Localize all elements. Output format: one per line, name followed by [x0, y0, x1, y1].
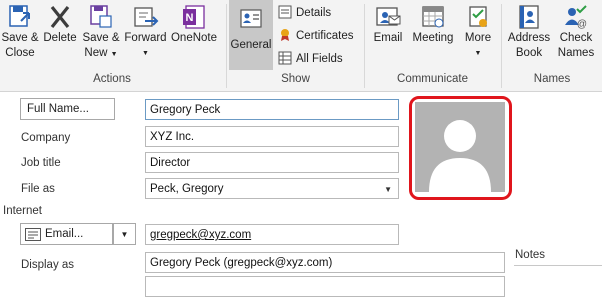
address-book-icon — [519, 5, 539, 29]
all-fields-button[interactable]: All Fields — [278, 51, 358, 67]
names-group-label: Names — [533, 73, 571, 85]
full-name-button[interactable]: Full Name... — [20, 98, 115, 120]
check-names-icon: @ — [565, 5, 587, 30]
onenote-button[interactable]: N OneNote — [169, 3, 219, 69]
save-new-label-2: New — [84, 47, 108, 59]
forward-caret-icon: ▼ — [142, 50, 149, 57]
person-placeholder-icon — [415, 102, 505, 192]
details-icon — [278, 5, 292, 19]
notes-area[interactable] — [514, 265, 602, 285]
address-book-label-2: Book — [515, 47, 543, 59]
save-close-button[interactable]: Save & Close — [0, 3, 40, 69]
file-as-label: File as — [21, 183, 55, 195]
contact-photo[interactable] — [409, 96, 512, 200]
display-as-field[interactable]: Gregory Peck (gregpeck@xyz.com) — [145, 252, 505, 273]
general-card-icon — [240, 9, 262, 28]
details-label: Details — [296, 7, 332, 19]
email-button[interactable]: Email — [367, 3, 409, 69]
chevron-down-icon: ▼ — [384, 185, 392, 194]
more-button[interactable]: More ▼ — [458, 3, 498, 69]
email-type-label: Email... — [45, 228, 84, 240]
chevron-down-icon: ▼ — [120, 230, 129, 239]
file-as-select[interactable]: Peck, Gregory ▼ — [145, 178, 399, 199]
certificates-label: Certificates — [296, 30, 354, 42]
check-names-label-2: Names — [557, 47, 595, 59]
address-book-label-1: Address — [507, 32, 551, 44]
general-label: General — [230, 39, 272, 51]
save-close-icon — [9, 5, 30, 27]
forward-label: Forward — [124, 32, 167, 44]
display-as-value: Gregory Peck (gregpeck@xyz.com) — [150, 257, 333, 269]
certificate-icon — [281, 29, 289, 41]
full-name-button-label: Full Name... — [27, 103, 89, 115]
email-label: Email — [373, 32, 403, 44]
ribbon: Save & Close Delete Save & New ▼ Forward… — [0, 0, 602, 92]
save-close-label-1: Save & — [1, 32, 39, 44]
svg-text:@: @ — [577, 19, 587, 30]
more-icon — [469, 6, 487, 27]
all-fields-label: All Fields — [296, 53, 343, 65]
meeting-calendar-icon — [422, 6, 444, 28]
delete-x-icon — [50, 6, 70, 28]
email-type-button[interactable]: Email... — [20, 223, 113, 245]
check-names-button[interactable]: @ Check Names — [554, 3, 598, 69]
job-title-value: Director — [150, 157, 191, 169]
save-new-label-2-row: New ▼ — [80, 46, 122, 62]
full-name-field[interactable]: Gregory Peck — [145, 99, 399, 120]
job-title-label: Job title — [21, 157, 61, 169]
details-button[interactable]: Details — [278, 5, 358, 21]
show-group-label: Show — [281, 73, 310, 85]
more-label: More — [464, 32, 492, 44]
display-as-label: Display as — [21, 259, 75, 271]
dropdown-caret-icon: ▼ — [110, 51, 118, 58]
notes-label: Notes — [515, 249, 546, 261]
extra-field[interactable] — [145, 276, 505, 297]
email-dropdown-button[interactable]: ▼ — [113, 223, 136, 245]
company-value: XYZ Inc. — [150, 131, 195, 143]
all-fields-icon — [278, 51, 292, 65]
save-new-button[interactable]: Save & New ▼ — [80, 3, 122, 69]
company-label: Company — [21, 132, 71, 144]
svg-text:N: N — [186, 12, 194, 24]
separator — [226, 4, 227, 88]
save-new-label-1: Save & — [82, 32, 120, 44]
file-as-value: Peck, Gregory — [150, 183, 224, 195]
more-caret-icon: ▼ — [474, 50, 482, 57]
meeting-button[interactable]: Meeting — [410, 3, 456, 69]
email-icon — [376, 7, 401, 26]
communicate-group-label: Communicate — [397, 73, 468, 85]
delete-button[interactable]: Delete — [42, 3, 78, 69]
address-book-button[interactable]: Address Book — [505, 3, 553, 69]
check-names-label-1: Check — [559, 32, 593, 44]
email-value: gregpeck@xyz.com — [150, 229, 252, 241]
meeting-label: Meeting — [412, 32, 454, 44]
internet-section-label: Internet — [3, 205, 42, 217]
save-new-icon — [90, 5, 112, 28]
onenote-icon: N — [183, 5, 205, 29]
company-field[interactable]: XYZ Inc. — [145, 126, 399, 147]
forward-icon — [133, 7, 158, 27]
full-name-value: Gregory Peck — [150, 104, 221, 116]
forward-button[interactable]: Forward ▼ — [123, 3, 168, 69]
save-close-label-2: Close — [5, 47, 35, 59]
email-field[interactable]: gregpeck@xyz.com — [145, 224, 399, 245]
email-card-icon — [25, 228, 41, 241]
actions-group-label: Actions — [93, 73, 131, 85]
general-button[interactable]: General — [229, 0, 273, 70]
job-title-field[interactable]: Director — [145, 152, 399, 173]
onenote-label: OneNote — [170, 32, 218, 44]
delete-label: Delete — [43, 32, 77, 44]
certificates-button[interactable]: Certificates — [278, 29, 358, 44]
